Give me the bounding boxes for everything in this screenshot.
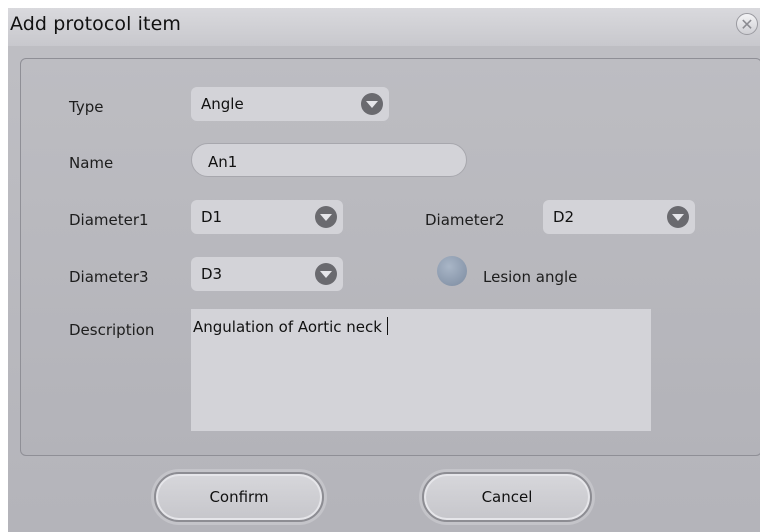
description-label: Description: [69, 321, 155, 339]
diameter1-dropdown[interactable]: D1: [191, 200, 343, 234]
diameter3-value: D3: [201, 265, 223, 283]
diameter3-dropdown[interactable]: D3: [191, 257, 343, 291]
description-text: Angulation of Aortic neck: [193, 318, 382, 336]
form-panel: Type Angle Name An1 Diameter1 D1 Diamete…: [20, 58, 760, 456]
type-label: Type: [69, 98, 104, 116]
diameter3-label: Diameter3: [69, 268, 149, 286]
diameter1-label: Diameter1: [69, 211, 149, 229]
type-value: Angle: [201, 95, 244, 113]
chevron-down-icon[interactable]: [361, 93, 383, 115]
type-dropdown[interactable]: Angle: [191, 87, 389, 121]
cancel-button[interactable]: Cancel: [422, 472, 592, 522]
lesion-angle-label: Lesion angle: [483, 268, 578, 286]
name-label: Name: [69, 154, 114, 172]
name-input[interactable]: An1: [191, 143, 467, 177]
name-value: An1: [208, 153, 238, 171]
diameter1-value: D1: [201, 208, 223, 226]
description-value: Angulation of Aortic neck: [193, 317, 388, 336]
confirm-button[interactable]: Confirm: [154, 472, 324, 522]
diameter2-label: Diameter2: [425, 211, 505, 229]
chevron-down-icon[interactable]: [315, 263, 337, 285]
description-textarea[interactable]: Angulation of Aortic neck: [191, 309, 651, 431]
diameter2-dropdown[interactable]: D2: [543, 200, 695, 234]
diameter2-value: D2: [553, 208, 575, 226]
dialog-title: Add protocol item: [10, 13, 181, 35]
close-icon[interactable]: ✕: [736, 13, 758, 35]
chevron-down-icon[interactable]: [315, 206, 337, 228]
text-caret: [386, 317, 388, 335]
title-bar: Add protocol item ✕: [8, 8, 760, 46]
lesion-angle-radio[interactable]: [437, 256, 467, 286]
add-protocol-item-dialog: Add protocol item ✕ Type Angle Name An1 …: [8, 8, 760, 532]
chevron-down-icon[interactable]: [667, 206, 689, 228]
